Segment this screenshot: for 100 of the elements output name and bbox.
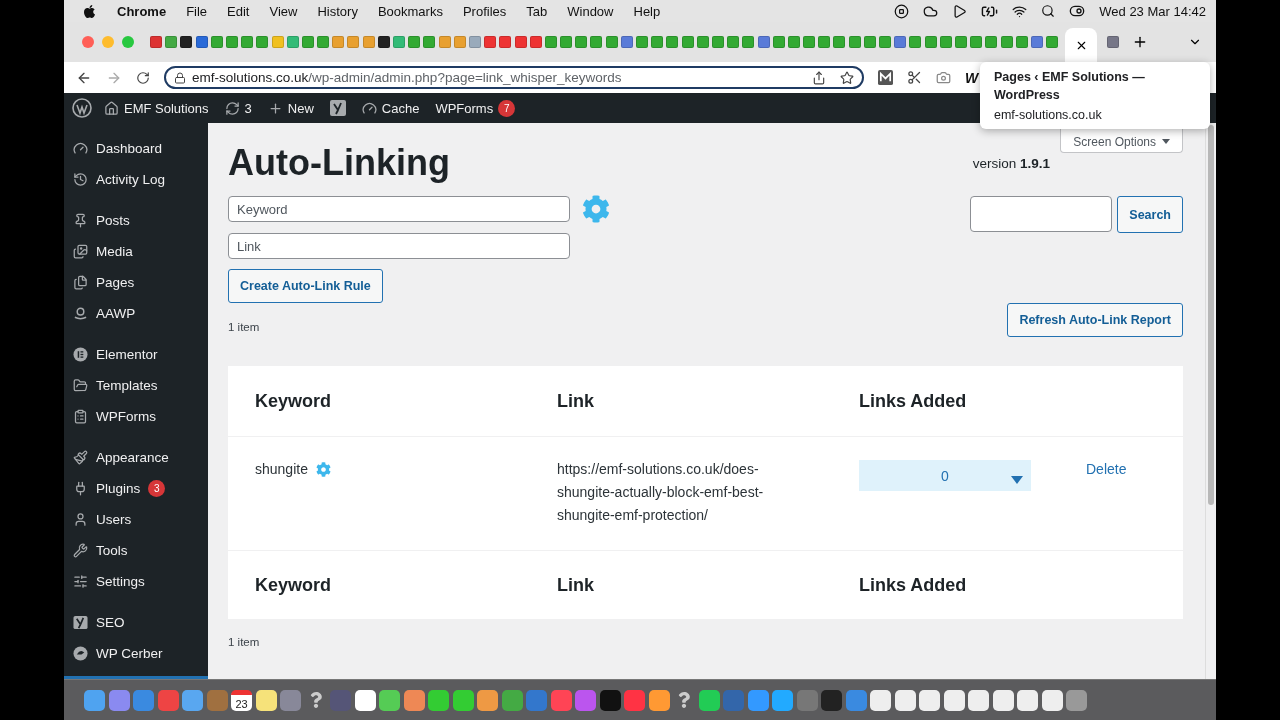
app-icon[interactable] — [354, 689, 376, 711]
notification-count: 3 — [148, 480, 166, 497]
gauge-icon — [72, 141, 88, 156]
sidebar-item[interactable]: Settings — [64, 566, 208, 597]
app-icon[interactable] — [870, 689, 891, 711]
scissors-icon[interactable] — [907, 70, 922, 85]
play-icon[interactable] — [952, 3, 968, 19]
link-field[interactable]: Link — [228, 233, 570, 259]
app-icon[interactable] — [943, 689, 965, 711]
app-icon[interactable] — [1017, 689, 1038, 711]
star-icon[interactable] — [840, 70, 854, 85]
wpforms-link[interactable]: WPForms 7 — [435, 99, 516, 117]
control-center-icon[interactable] — [1069, 3, 1086, 19]
camera-icon[interactable] — [936, 70, 951, 85]
menu-item[interactable]: Window — [567, 3, 614, 19]
cloud-icon[interactable] — [923, 3, 939, 19]
sliders-icon — [72, 574, 88, 589]
version-text: version 1.9.1 — [972, 156, 1050, 171]
sidebar-item[interactable]: SEO — [64, 607, 208, 638]
updates-link[interactable]: 3 — [224, 100, 252, 116]
menu-clock[interactable]: Wed 23 Mar 14:42 — [1099, 3, 1206, 19]
page-title: Auto-Linking — [228, 143, 450, 183]
app-icon[interactable] — [379, 689, 400, 711]
app-icon[interactable] — [992, 689, 1014, 711]
cache-link[interactable]: Cache — [361, 100, 420, 116]
menu-item[interactable]: History — [317, 3, 358, 19]
gear-icon[interactable] — [315, 461, 331, 477]
app-icon[interactable] — [452, 689, 474, 711]
menu-item[interactable]: Profiles — [462, 3, 507, 19]
tab-icon[interactable] — [180, 36, 193, 48]
app-icon[interactable] — [599, 689, 621, 711]
app-icon[interactable] — [968, 689, 989, 711]
column-header: Link — [557, 390, 595, 412]
apple-icon[interactable] — [82, 3, 97, 19]
share-icon[interactable] — [812, 70, 826, 85]
sidebar-item[interactable]: Media — [64, 236, 208, 267]
menu-item[interactable]: Tab — [526, 3, 548, 19]
app-icon[interactable] — [698, 689, 720, 711]
menu-item[interactable]: Bookmarks — [377, 3, 443, 19]
column-header: Links Added — [859, 390, 968, 412]
pages-icon — [72, 275, 88, 290]
plus-icon — [267, 100, 283, 116]
sidebar-item[interactable]: Plugins 3 — [64, 473, 208, 504]
menu-item[interactable]: File — [186, 3, 208, 19]
column-header: Link — [557, 574, 595, 596]
zoom-window-icon[interactable] — [122, 36, 134, 48]
delete-link[interactable]: Delete — [1086, 461, 1127, 477]
extension-logo[interactable]: W — [965, 69, 979, 86]
refresh-report-button[interactable]: Refresh Auto-Link Report — [1007, 303, 1183, 337]
search-icon[interactable] — [1041, 4, 1056, 18]
tooltip-host: emf-solutions.co.uk — [994, 108, 1103, 123]
app-icon[interactable] — [648, 689, 670, 711]
extension-icon[interactable] — [878, 70, 893, 85]
gear-icon[interactable] — [582, 195, 610, 223]
sidebar-item[interactable]: Appearance — [64, 442, 208, 473]
yoast-icon[interactable] — [329, 100, 346, 116]
question-icon[interactable] — [676, 692, 692, 708]
sidebar-item[interactable]: AAWP — [64, 298, 208, 329]
sidebar-item[interactable]: Pages — [64, 267, 208, 298]
create-rule-button[interactable]: Create Auto-Link Rule — [228, 269, 383, 303]
links-added-dropdown[interactable]: 0 — [859, 460, 1031, 491]
app-icon[interactable] — [255, 689, 277, 711]
app-icon[interactable] — [428, 689, 449, 711]
site-link[interactable]: EMF Solutions — [104, 100, 209, 116]
app-icon[interactable] — [477, 689, 498, 711]
sidebar-item[interactable]: Activity Log — [64, 164, 208, 195]
keyword-field[interactable]: Keyword — [228, 196, 570, 222]
sidebar-item[interactable]: WPForms — [64, 401, 208, 432]
app-icon[interactable] — [894, 689, 916, 711]
wifi-icon[interactable] — [1012, 3, 1028, 19]
sidebar-item[interactable]: Templates — [64, 370, 208, 401]
sidebar-item[interactable]: WP Cerber — [64, 638, 208, 669]
sidebar-item[interactable]: Elementor — [64, 339, 208, 370]
menu-item[interactable]: Edit — [227, 3, 250, 19]
item-count: 1 item — [228, 321, 260, 333]
pin-icon — [72, 213, 88, 228]
yoast-icon — [72, 615, 88, 630]
elementor-icon — [72, 347, 88, 362]
menu-item[interactable]: Help — [633, 3, 661, 19]
sidebar-item[interactable]: Posts — [64, 205, 208, 236]
tab-icon[interactable] — [377, 36, 390, 48]
app-menu[interactable]: Chrome — [117, 3, 167, 19]
calendar-icon[interactable]: 23 — [231, 689, 252, 711]
close-window-icon[interactable] — [82, 36, 94, 48]
scrollbar-thumb[interactable] — [1208, 125, 1214, 505]
sidebar-item[interactable]: Tools — [64, 535, 208, 566]
address-field[interactable]: emf-solutions.co.uk/wp-admin/admin.php?page=link_whisper_keywords — [164, 66, 864, 89]
wordpress-icon[interactable] — [72, 98, 92, 118]
search-button[interactable]: Search — [1117, 196, 1183, 233]
record-icon[interactable] — [894, 3, 910, 19]
new-link[interactable]: New — [267, 100, 314, 116]
reload-icon[interactable] — [136, 70, 150, 85]
search-field[interactable] — [970, 196, 1113, 232]
sidebar-item[interactable]: Dashboard — [64, 133, 208, 164]
app-icon[interactable] — [919, 689, 940, 711]
refresh-icon — [224, 100, 240, 116]
app-icon[interactable] — [1041, 689, 1063, 711]
sidebar-item[interactable]: Users — [64, 504, 208, 535]
menu-item[interactable]: View — [269, 3, 298, 19]
lock-icon[interactable] — [174, 71, 186, 84]
